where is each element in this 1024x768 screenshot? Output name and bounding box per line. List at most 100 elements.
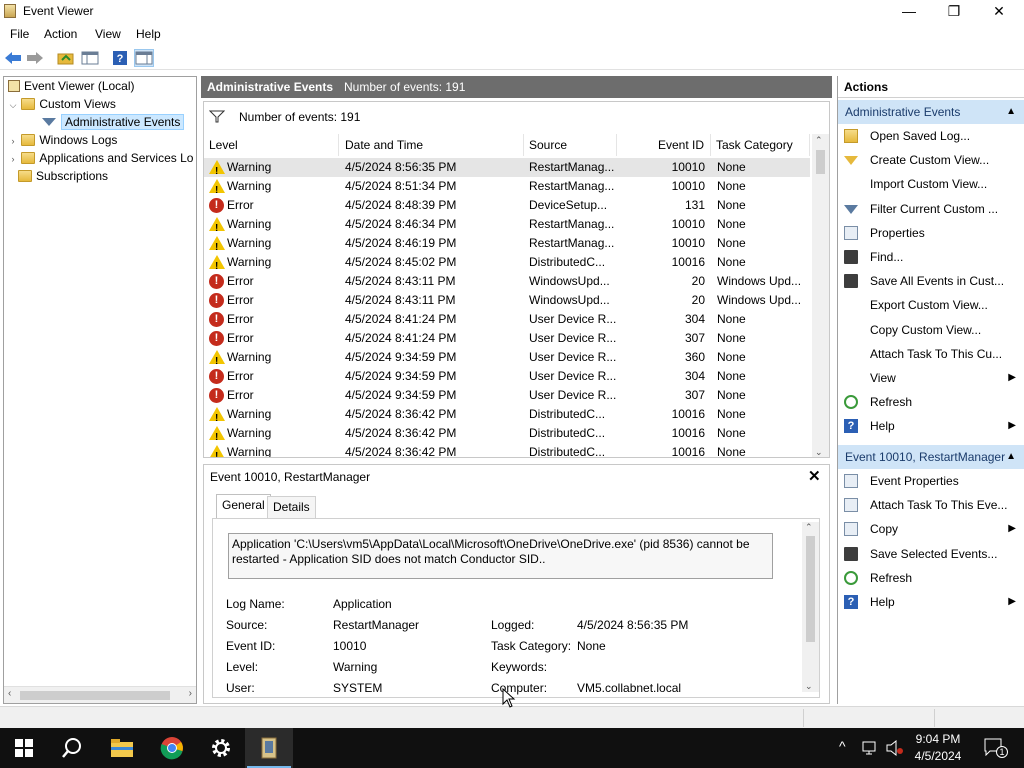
action-refresh[interactable]: Refresh xyxy=(838,566,1024,590)
table-row[interactable]: Warning 4/5/2024 8:36:42 PM DistributedC..… xyxy=(204,424,810,447)
chevron-right-icon[interactable]: › xyxy=(8,132,18,150)
table-row[interactable]: Warning 4/5/2024 8:36:42 PM DistributedC..… xyxy=(204,443,810,457)
tab-details[interactable]: Details xyxy=(267,496,316,518)
table-row[interactable]: ! Error 4/5/2024 8:43:11 PM WindowsUpd... 20… xyxy=(204,291,810,310)
chevron-up-icon[interactable]: ^ xyxy=(839,738,846,754)
scroll-thumb[interactable] xyxy=(816,150,825,174)
tree-item-root[interactable]: Event Viewer (Local) xyxy=(8,77,135,95)
table-row[interactable]: Warning 4/5/2024 8:46:34 PM RestartManag..… xyxy=(204,215,810,238)
action-create-custom-view[interactable]: Create Custom View... xyxy=(838,148,1024,172)
menu-file[interactable]: File xyxy=(10,27,29,41)
scroll-up-icon[interactable]: ⌃ xyxy=(805,522,813,533)
volume-muted-icon[interactable] xyxy=(886,740,904,756)
table-row[interactable]: Warning 4/5/2024 8:46:19 PM RestartManag..… xyxy=(204,234,810,257)
system-clock[interactable]: 9:04 PM 4/5/2024 xyxy=(908,731,968,765)
action-copy-custom-view[interactable]: Copy Custom View... xyxy=(838,318,1024,342)
tab-general[interactable]: General xyxy=(216,494,271,519)
tree-item-administrative-events[interactable]: Administrative Events xyxy=(42,113,185,131)
close-icon[interactable]: ✕ xyxy=(808,467,821,485)
close-button[interactable]: ✕ xyxy=(976,0,1022,22)
settings-icon[interactable] xyxy=(197,728,245,768)
action-save-selected-events[interactable]: Save Selected Events... xyxy=(838,542,1024,566)
action-view[interactable]: View ▶ xyxy=(838,366,1024,390)
action-refresh[interactable]: Refresh xyxy=(838,390,1024,414)
help-icon[interactable]: ? xyxy=(110,49,130,67)
column-header-level[interactable]: Level xyxy=(204,134,339,156)
menu-help[interactable]: Help xyxy=(136,27,161,41)
actions-section-event[interactable]: Event 10010, RestartManager ▲ xyxy=(838,445,1024,469)
action-filter-current-custom[interactable]: Filter Current Custom ... xyxy=(838,197,1024,221)
table-cell-id: 20 xyxy=(691,274,705,288)
scroll-down-icon[interactable]: ⌄ xyxy=(805,681,813,692)
show-hide-tree-icon[interactable] xyxy=(80,49,100,67)
tree-item-windows-logs[interactable]: › Windows Logs xyxy=(8,131,118,150)
tree-horizontal-scrollbar[interactable]: ‹ › xyxy=(4,686,196,703)
action-attach-task-to-this-eve[interactable]: Attach Task To This Eve... xyxy=(838,493,1024,517)
error-icon: ! xyxy=(209,369,225,384)
table-cell-source: User Device R... xyxy=(529,388,617,402)
action-help[interactable]: ? Help ▶ xyxy=(838,590,1024,614)
table-cell-date: 4/5/2024 9:34:59 PM xyxy=(345,350,457,364)
scroll-right-icon[interactable]: › xyxy=(189,688,192,699)
error-icon: ! xyxy=(209,274,225,289)
chevron-down-icon[interactable]: ⌵ xyxy=(8,96,18,114)
table-row[interactable]: ! Error 4/5/2024 8:41:24 PM User Device R..… xyxy=(204,310,810,329)
action-import-custom-view[interactable]: Import Custom View... xyxy=(838,172,1024,196)
collapse-icon[interactable]: ▲ xyxy=(1006,445,1016,469)
forward-arrow-icon[interactable] xyxy=(25,49,45,67)
column-header-date[interactable]: Date and Time xyxy=(340,134,524,156)
open-folder-icon[interactable] xyxy=(56,49,76,67)
tree-item-subscriptions[interactable]: Subscriptions xyxy=(18,167,108,185)
scroll-up-icon[interactable]: ⌃ xyxy=(815,135,823,146)
scroll-thumb[interactable] xyxy=(806,536,815,642)
table-row[interactable]: Warning 4/5/2024 8:56:35 PM RestartManag..… xyxy=(204,158,810,181)
tree-item-apps-services[interactable]: › Applications and Services Lo xyxy=(8,149,194,168)
action-help[interactable]: ? Help ▶ xyxy=(838,414,1024,438)
actions-section-administrative-events[interactable]: Administrative Events ▲ xyxy=(838,100,1024,124)
network-icon[interactable] xyxy=(862,740,878,756)
action-export-custom-view[interactable]: Export Custom View... xyxy=(838,293,1024,317)
column-header-source[interactable]: Source xyxy=(524,134,617,156)
action-find[interactable]: Find... xyxy=(838,245,1024,269)
table-row[interactable]: ! Error 4/5/2024 8:48:39 PM DeviceSetup... 1… xyxy=(204,196,810,215)
search-icon[interactable] xyxy=(48,728,96,768)
file-explorer-icon[interactable] xyxy=(98,728,146,768)
table-cell-date: 4/5/2024 8:43:11 PM xyxy=(345,293,456,307)
table-row[interactable]: Warning 4/5/2024 8:45:02 PM DistributedC..… xyxy=(204,253,810,276)
back-arrow-icon[interactable] xyxy=(3,49,23,67)
maximize-button[interactable]: ❐ xyxy=(931,0,977,22)
chevron-right-icon[interactable]: › xyxy=(8,150,18,168)
table-row[interactable]: ! Error 4/5/2024 9:34:59 PM User Device R..… xyxy=(204,386,810,405)
action-properties[interactable]: Properties xyxy=(838,221,1024,245)
show-hide-action-pane-icon[interactable] xyxy=(134,49,154,67)
chrome-icon[interactable] xyxy=(148,728,196,768)
column-header-task-category[interactable]: Task Category xyxy=(711,134,810,156)
event-viewer-icon[interactable] xyxy=(245,728,293,768)
notification-center-icon[interactable]: 1 xyxy=(984,738,1008,758)
table-row[interactable]: ! Error 4/5/2024 9:34:59 PM User Device R..… xyxy=(204,367,810,386)
menu-action[interactable]: Action xyxy=(44,27,77,41)
tree-item-custom-views[interactable]: ⌵ Custom Views xyxy=(8,95,116,113)
table-row[interactable]: Warning 4/5/2024 9:34:59 PM User Device R.… xyxy=(204,348,810,371)
action-event-properties[interactable]: Event Properties xyxy=(838,469,1024,493)
table-cell-source: User Device R... xyxy=(529,331,617,345)
collapse-icon[interactable]: ▲ xyxy=(1006,100,1016,124)
scroll-down-icon[interactable]: ⌄ xyxy=(815,447,823,457)
table-row[interactable]: ! Error 4/5/2024 8:43:11 PM WindowsUpd... 20… xyxy=(204,272,810,291)
table-row[interactable]: Warning 4/5/2024 8:51:34 PM RestartManag..… xyxy=(204,177,810,200)
column-header-event-id[interactable]: Event ID xyxy=(617,134,711,156)
menu-view[interactable]: View xyxy=(95,27,121,41)
scroll-thumb[interactable] xyxy=(20,691,170,700)
scroll-left-icon[interactable]: ‹ xyxy=(8,688,11,699)
minimize-button[interactable]: — xyxy=(886,0,932,22)
action-save-all-events-in-cust[interactable]: Save All Events in Cust... xyxy=(838,269,1024,293)
filter-icon xyxy=(42,118,56,126)
action-copy[interactable]: Copy ▶ xyxy=(838,517,1024,541)
event-list-vertical-scrollbar[interactable]: ⌃ ⌄ xyxy=(812,134,829,457)
start-icon[interactable] xyxy=(0,728,48,768)
action-open-saved-log[interactable]: Open Saved Log... xyxy=(838,124,1024,148)
table-row[interactable]: ! Error 4/5/2024 8:41:24 PM User Device R..… xyxy=(204,329,810,348)
action-attach-task-to-this-cu[interactable]: Attach Task To This Cu... xyxy=(838,342,1024,366)
detail-vertical-scrollbar[interactable]: ⌃ ⌄ xyxy=(802,522,819,692)
table-row[interactable]: Warning 4/5/2024 8:36:42 PM DistributedC..… xyxy=(204,405,810,428)
